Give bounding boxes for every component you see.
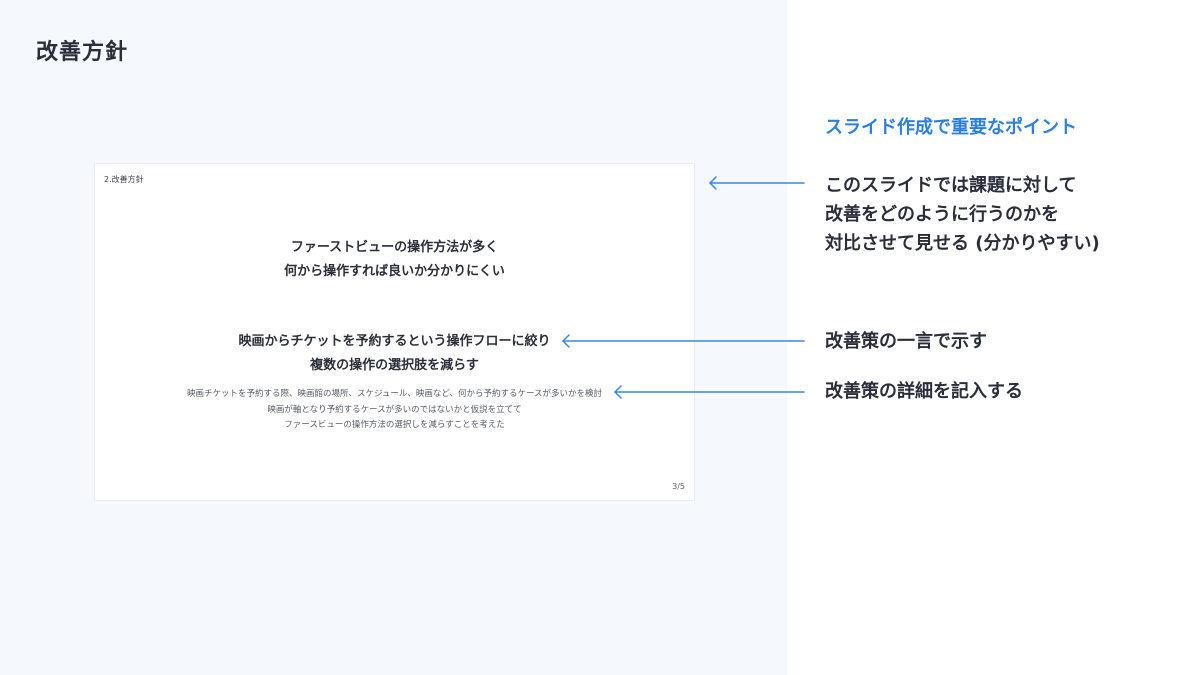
arrow-to-detail-icon [614,385,805,399]
note-line: このスライドでは課題に対して [825,175,1077,196]
note-solution: 改善策の一言で示す [825,331,987,352]
notes-heading: スライド作成で重要なポイント [825,117,1077,138]
note-line: 対比させて見せる (分かりやすい) [825,233,1100,254]
note-detail: 改善策の詳細を記入する [825,381,1023,402]
note-line: 改善をどのように行うのかを [825,204,1059,225]
arrow-to-solution-icon [562,334,805,348]
arrow-to-overview-icon [709,176,805,190]
note-overview: このスライドでは課題に対して 改善をどのように行うのかを 対比させて見せる (分… [825,171,1100,258]
annotation-arrows [562,176,805,399]
